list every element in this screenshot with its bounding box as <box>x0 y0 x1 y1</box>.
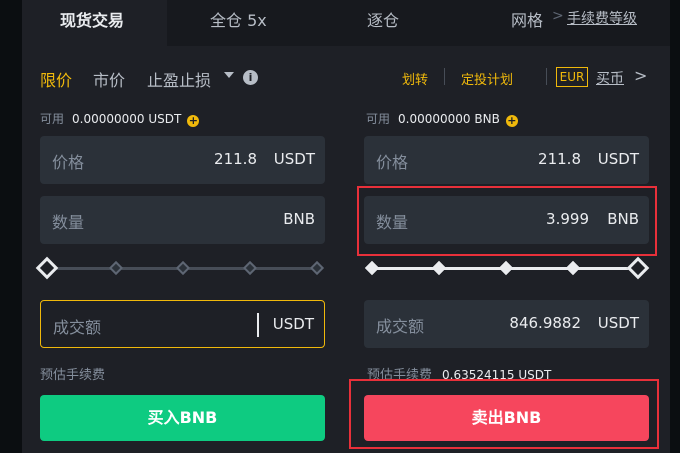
tab-cross-margin[interactable]: 全仓 5x <box>210 0 267 46</box>
quantity-label: 数量 <box>52 213 85 232</box>
available-label: 可用 <box>366 112 391 126</box>
tab-spot[interactable]: 现货交易 <box>22 0 167 46</box>
price-unit: USDT <box>273 150 315 168</box>
price-label: 价格 <box>52 153 85 172</box>
buy-amount-slider[interactable] <box>35 256 328 280</box>
buy-total-input[interactable]: 成交额 USDT <box>40 300 325 348</box>
highlight-box <box>349 379 659 449</box>
slider-step-75[interactable] <box>242 260 258 276</box>
total-unit: USDT <box>272 315 314 333</box>
buy-fee-estimate: 预估手续费 <box>40 364 115 383</box>
fee-tier-link[interactable]: 手续费等级 <box>567 8 637 28</box>
slider-step-100[interactable] <box>309 260 325 276</box>
divider <box>444 68 445 85</box>
price-label: 价格 <box>376 153 409 172</box>
fee-chevron-icon: > <box>552 8 564 24</box>
currency-badge[interactable]: EUR <box>556 67 588 87</box>
slider-step-50[interactable] <box>498 260 514 276</box>
tab-grid[interactable]: 网格 <box>511 0 543 46</box>
order-type-stop-limit[interactable]: 止盈止损 <box>147 67 211 91</box>
slider-handle[interactable] <box>35 256 59 280</box>
chevron-down-icon[interactable] <box>224 72 234 78</box>
info-icon[interactable]: i <box>243 70 258 85</box>
buy-button[interactable]: 买入BNB <box>40 395 325 441</box>
tab-isolated-margin[interactable]: 逐仓 <box>367 0 399 46</box>
buy-crypto-link[interactable]: 买币 <box>596 68 624 88</box>
price-value: 211.8 <box>214 150 257 168</box>
left-edge <box>0 0 22 453</box>
right-edge <box>670 0 680 453</box>
transfer-link[interactable]: 划转 <box>402 69 428 88</box>
sell-available: 可用 0.00000000 BNB + <box>366 110 518 127</box>
sell-total-input[interactable]: 成交额 846.9882 USDT <box>364 300 649 348</box>
buy-available: 可用 0.00000000 USDT + <box>40 110 200 127</box>
available-label: 可用 <box>40 112 65 126</box>
sell-amount-slider[interactable] <box>364 256 654 280</box>
slider-handle[interactable] <box>626 256 650 280</box>
fee-label: 预估手续费 <box>40 368 106 383</box>
buy-quantity-input[interactable]: 数量 BNB <box>40 196 325 244</box>
slider-step-0[interactable] <box>364 260 380 276</box>
sell-price-input[interactable]: 价格 211.8 USDT <box>364 136 649 184</box>
total-label: 成交额 <box>53 318 102 337</box>
slider-step-50[interactable] <box>175 260 191 276</box>
highlight-box <box>357 186 657 256</box>
add-funds-icon[interactable]: + <box>187 115 200 127</box>
slider-step-25[interactable] <box>108 260 124 276</box>
available-value: 0.00000000 USDT <box>72 112 182 126</box>
order-type-market[interactable]: 市价 <box>93 67 125 91</box>
order-type-limit[interactable]: 限价 <box>40 67 72 91</box>
quantity-unit: BNB <box>283 210 315 228</box>
price-unit: USDT <box>597 150 639 168</box>
slider-step-75[interactable] <box>565 260 581 276</box>
total-label: 成交额 <box>376 317 425 336</box>
price-value: 211.8 <box>538 150 581 168</box>
buy-price-input[interactable]: 价格 211.8 USDT <box>40 136 325 184</box>
slider-step-25[interactable] <box>431 260 447 276</box>
divider <box>546 68 547 85</box>
text-cursor <box>257 313 259 337</box>
dca-plan-link[interactable]: 定投计划 <box>461 69 513 88</box>
total-unit: USDT <box>597 314 639 332</box>
total-value: 846.9882 <box>509 314 581 332</box>
available-value: 0.00000000 BNB <box>398 112 500 126</box>
add-funds-icon[interactable]: + <box>505 115 518 127</box>
chevron-right-icon[interactable]: > <box>634 66 647 85</box>
